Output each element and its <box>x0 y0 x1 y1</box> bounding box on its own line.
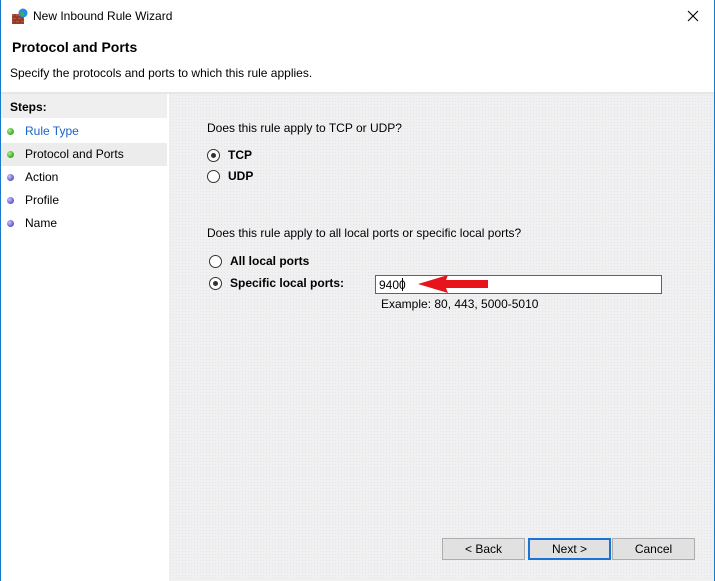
red-arrow-annotation <box>418 275 488 293</box>
step-label: Protocol and Ports <box>25 147 124 161</box>
steps-heading-label: Steps: <box>10 100 47 114</box>
steps-panel: Steps: Rule Type Protocol and Ports Acti… <box>1 94 167 581</box>
back-button[interactable]: < Back <box>442 538 525 560</box>
step-action: Action <box>1 166 167 189</box>
radio-all-local-ports[interactable]: All local ports <box>209 254 309 268</box>
step-label: Name <box>25 216 58 230</box>
radio-label: TCP <box>228 148 252 162</box>
radio-unchecked-icon <box>209 254 222 268</box>
radio-specific-local-ports[interactable]: Specific local ports: <box>209 276 344 290</box>
radio-checked-icon <box>209 276 222 290</box>
step-name: Name <box>1 212 167 235</box>
step-rule-type[interactable]: Rule Type <box>1 120 167 143</box>
radio-label: UDP <box>228 169 254 183</box>
step-complete-icon <box>7 128 14 135</box>
page-subtitle: Specify the protocols and ports to which… <box>10 66 313 80</box>
step-pending-icon <box>7 174 14 181</box>
close-button[interactable] <box>678 4 708 28</box>
cancel-button[interactable]: Cancel <box>612 538 695 560</box>
step-pending-icon <box>7 197 14 204</box>
ports-question: Does this rule apply to all local ports … <box>207 226 522 240</box>
step-label: Action <box>25 170 59 184</box>
step-label: Rule Type <box>25 124 79 138</box>
step-profile: Profile <box>1 189 167 212</box>
content-panel: Does this rule apply to TCP or UDP? TCP … <box>169 94 714 581</box>
title-bar: New Inbound Rule Wizard <box>1 0 714 32</box>
radio-label: Specific local ports: <box>230 276 345 290</box>
step-label: Profile <box>25 193 60 207</box>
ports-example-hint: Example: 80, 443, 5000-5010 <box>381 297 539 311</box>
close-icon <box>687 10 699 22</box>
steps-heading: Steps: <box>1 94 167 118</box>
step-protocol-and-ports: Protocol and Ports <box>1 143 167 166</box>
radio-udp[interactable]: UDP <box>207 169 253 183</box>
step-pending-icon <box>7 220 14 227</box>
text-caret <box>402 278 403 291</box>
radio-checked-icon <box>207 148 220 162</box>
page-title: Protocol and Ports <box>12 39 138 55</box>
wizard-window: New Inbound Rule Wizard Protocol and Por… <box>0 0 715 581</box>
radio-unchecked-icon <box>207 169 220 183</box>
window-title: New Inbound Rule Wizard <box>33 9 173 23</box>
radio-tcp[interactable]: TCP <box>207 148 252 162</box>
radio-label: All local ports <box>230 254 310 268</box>
next-button[interactable]: Next > <box>528 538 611 560</box>
protocol-question: Does this rule apply to TCP or UDP? <box>207 121 402 135</box>
firewall-globe-icon <box>12 8 28 24</box>
step-complete-icon <box>7 151 14 158</box>
